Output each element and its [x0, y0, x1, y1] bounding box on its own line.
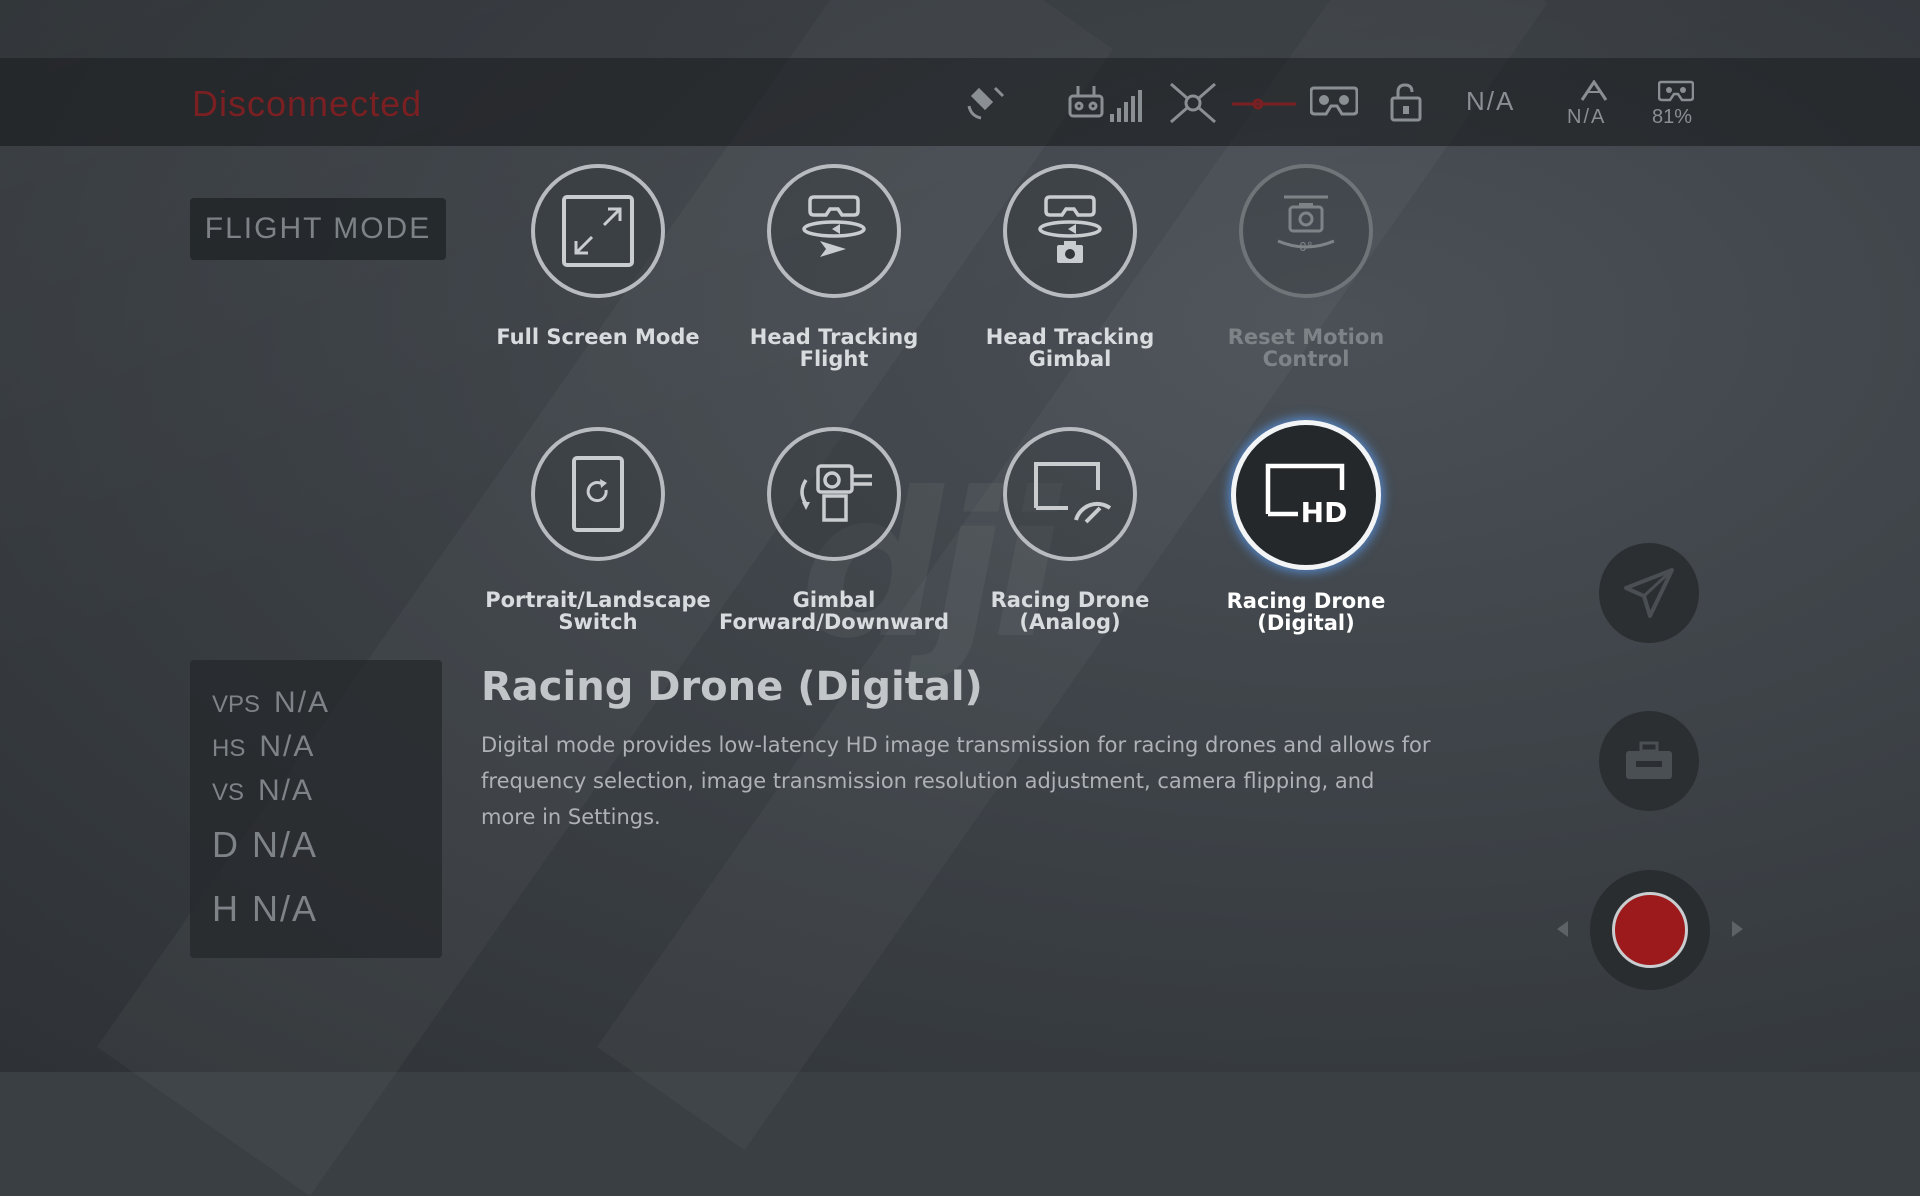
telemetry-vps: VPS N/A: [212, 686, 330, 720]
mode-label: Head Tracking Gimbal: [985, 325, 1155, 371]
telemetry-vs: VS N/A: [212, 774, 314, 808]
reset-motion-icon: 0°: [1277, 195, 1335, 254]
mode-description-text: Digital mode provides low-latency HD ima…: [481, 733, 1431, 829]
aircraft-icon: [1167, 80, 1219, 126]
top-band: [0, 0, 1920, 58]
reset-angle-text: 0°: [1299, 240, 1313, 254]
mode-gimbal-forward-downward[interactable]: Gimbal Forward/Downward: [716, 427, 952, 633]
flight-mode-button[interactable]: [1599, 543, 1699, 643]
d-label: D: [212, 824, 238, 865]
vs-value: N/A: [258, 774, 315, 807]
d-value: N/A: [252, 824, 319, 865]
goggles-battery-icon: [1658, 80, 1694, 102]
mode-head-tracking-gimbal[interactable]: Head Tracking Gimbal: [952, 164, 1188, 370]
mode-full-screen[interactable]: Full Screen Mode: [480, 164, 716, 348]
mode-circle[interactable]: [531, 427, 665, 561]
hs-label: HS: [212, 735, 246, 762]
chevron-left-icon[interactable]: [1557, 921, 1568, 937]
mode-circle[interactable]: 0°: [1239, 164, 1373, 298]
telemetry-distance: D N/A: [212, 824, 318, 866]
toolbox-button[interactable]: [1599, 711, 1699, 811]
goggles-icon: [1310, 86, 1358, 116]
unlock-icon: [1390, 82, 1422, 122]
racing-digital-icon: HD: [1265, 463, 1348, 529]
mode-label: Gimbal Forward/Downward: [718, 588, 950, 634]
gimbal-forward-icon: [800, 464, 872, 522]
h-value: N/A: [252, 888, 319, 929]
hs-value: N/A: [259, 730, 316, 763]
mode-label: Racing Drone (Analog): [990, 588, 1150, 634]
remote-controller-icon: [1068, 84, 1104, 120]
paper-plane-icon: [1624, 568, 1674, 618]
head-tracking-gimbal-icon: [1038, 195, 1102, 263]
telemetry-height: H N/A: [212, 888, 318, 930]
vs-label: VS: [212, 779, 245, 806]
vps-label: VPS: [212, 691, 261, 718]
record-button[interactable]: [1590, 870, 1710, 990]
mode-head-tracking-flight[interactable]: Head Tracking Flight: [716, 164, 952, 370]
mode-racing-digital[interactable]: HD Racing Drone (Digital): [1188, 420, 1424, 634]
video-link-lost-icon: [1232, 98, 1296, 110]
mode-circle[interactable]: [1003, 427, 1137, 561]
fullscreen-icon: [562, 195, 634, 267]
mode-label: Head Tracking Flight: [749, 325, 919, 371]
mode-label: Full Screen Mode: [496, 325, 700, 349]
altitude-icon: [1580, 80, 1608, 102]
mode-reset-motion-control[interactable]: 0° Reset Motion Control: [1188, 164, 1424, 370]
hd-badge: HD: [1301, 496, 1348, 529]
vps-value: N/A: [274, 686, 331, 719]
mode-circle-selected[interactable]: HD: [1231, 420, 1381, 570]
mode-label: Portrait/Landscape Switch: [485, 588, 711, 634]
mode-label: Reset Motion Control: [1227, 325, 1385, 371]
portrait-landscape-icon: [572, 456, 624, 532]
mode-portrait-landscape[interactable]: Portrait/Landscape Switch: [480, 427, 716, 633]
mode-circle[interactable]: [531, 164, 665, 298]
flight-mode-badge: FLIGHT MODE: [190, 198, 446, 260]
connection-status: Disconnected: [192, 83, 423, 124]
rc-signal-bars-icon: [1110, 90, 1144, 122]
record-icon: [1612, 892, 1688, 968]
mode-circle[interactable]: [767, 427, 901, 561]
mode-description-title: Racing Drone (Digital): [481, 664, 983, 710]
head-tracking-flight-icon: [802, 195, 866, 257]
mode-label: Racing Drone (Digital): [1226, 589, 1386, 635]
signal-value: N/A: [1466, 86, 1516, 116]
chevron-right-icon[interactable]: [1732, 921, 1743, 937]
racing-analog-icon: [1034, 462, 1112, 524]
mode-racing-analog[interactable]: Racing Drone (Analog): [952, 427, 1188, 633]
goggles-battery-value: 81%: [1652, 106, 1693, 128]
mode-circle[interactable]: [1003, 164, 1137, 298]
telemetry-hs: HS N/A: [212, 730, 315, 764]
satellite-icon: [965, 82, 1009, 122]
telemetry-panel: VPS N/A HS N/A VS N/A D N/A H N/A: [190, 660, 442, 958]
mode-circle[interactable]: [767, 164, 901, 298]
h-label: H: [212, 888, 238, 929]
toolbox-icon: [1626, 741, 1672, 779]
altitude-value: N/A: [1567, 106, 1607, 128]
